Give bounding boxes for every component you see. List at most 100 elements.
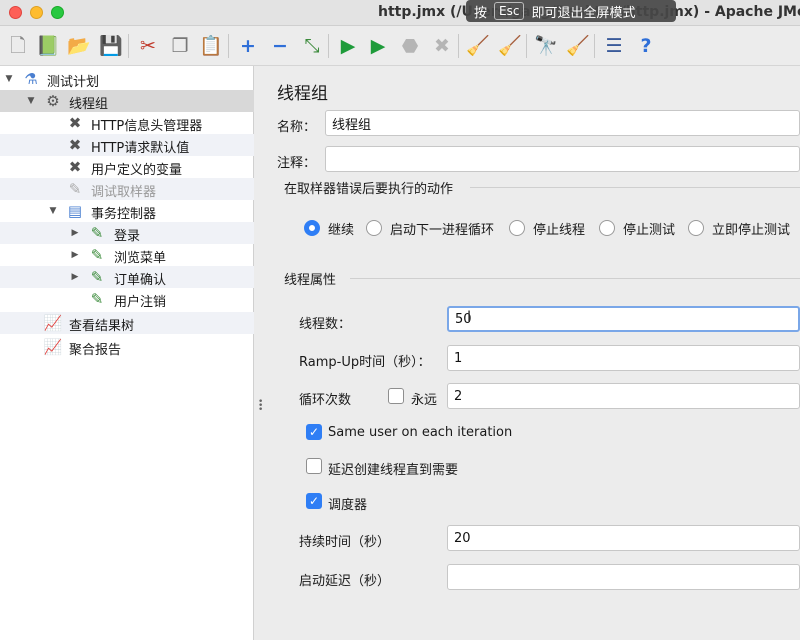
minimize-window-button[interactable] <box>30 6 43 19</box>
radio-start-next-loop[interactable] <box>366 220 382 236</box>
gear-icon: ⚙ <box>46 92 60 110</box>
copy-icon[interactable]: ❐ <box>168 34 192 58</box>
collapse-toggle-icon[interactable]: ▶ <box>69 226 81 240</box>
fullscreen-tip-text: 即可退出全屏模式 <box>531 5 636 21</box>
collapse-toggle-icon[interactable]: ▶ <box>69 248 81 262</box>
tree-item-aggregate-report[interactable]: 📈 聚合报告 <box>0 336 254 358</box>
expand-toggle-icon[interactable]: ▼ <box>47 204 59 218</box>
collapse-icon[interactable]: − <box>268 34 292 58</box>
radio-stop-thread-label: 停止线程 <box>533 223 586 238</box>
group-divider <box>470 187 800 188</box>
tree-item-label: 调试取样器 <box>91 185 157 200</box>
reset-search-icon[interactable]: 🧹 <box>566 34 590 58</box>
tree-item-thread-group[interactable]: ▼ ⚙ 线程组 <box>0 90 254 112</box>
fullscreen-window-button[interactable] <box>51 6 64 19</box>
cut-icon[interactable]: ✂ <box>136 34 160 58</box>
threads-field[interactable] <box>447 306 800 332</box>
tree-item-label: 聚合报告 <box>69 343 122 358</box>
radio-continue-label: 继续 <box>328 223 355 238</box>
new-icon[interactable]: 🗋 <box>6 34 30 58</box>
tree-item-label: 订单确认 <box>114 273 167 288</box>
splitter-grip-icon[interactable]: • • • <box>258 398 263 415</box>
tree-item-label: 登录 <box>114 229 141 244</box>
pipette-icon: ✎ <box>68 180 82 198</box>
tree-item-browse-menu[interactable]: ▶ ✎ 浏览菜单 <box>0 244 254 266</box>
wrench-icon: ✖ <box>68 136 82 154</box>
tree-item-login[interactable]: ▶ ✎ 登录 <box>0 222 254 244</box>
esc-key-badge: Esc <box>494 2 525 20</box>
thread-props-legend: 线程属性 <box>284 273 337 288</box>
toolbar-separator <box>328 34 329 58</box>
tree-item-transaction-controller[interactable]: ▼ ▤ 事务控制器 <box>0 200 254 222</box>
controller-icon: ▤ <box>67 202 83 220</box>
collapse-toggle-icon[interactable]: ▶ <box>69 270 81 284</box>
tree-item-user-defined-variables[interactable]: ✖ 用户定义的变量 <box>0 156 254 178</box>
delay-thread-creation-checkbox[interactable] <box>306 458 322 474</box>
forever-label: 永远 <box>411 393 438 408</box>
clear-icon[interactable]: 🧹 <box>466 34 490 58</box>
tree-item-label: 查看结果树 <box>69 319 135 334</box>
same-user-checkbox[interactable]: ✓ <box>306 424 322 440</box>
radio-stop-test-label: 停止测试 <box>623 223 676 238</box>
save-icon[interactable]: 💾 <box>99 34 123 58</box>
paste-icon[interactable]: 📋 <box>199 34 223 58</box>
toolbar-separator <box>458 34 459 58</box>
tree-item-label: 测试计划 <box>47 75 100 90</box>
pipette-icon: ✎ <box>90 268 104 286</box>
radio-stop-thread[interactable] <box>509 220 525 236</box>
close-window-button[interactable] <box>9 6 22 19</box>
tree-item-http-request-defaults[interactable]: ✖ HTTP请求默认值 <box>0 134 254 156</box>
loop-count-field[interactable] <box>447 383 800 409</box>
tree-item-debug-sampler[interactable]: ✎ 调试取样器 <box>0 178 254 200</box>
startup-delay-field[interactable] <box>447 564 800 590</box>
radio-start-next-loop-label: 启动下一进程循环 <box>390 223 495 238</box>
tree-item-view-results-tree[interactable]: 📈 查看结果树 <box>0 312 254 334</box>
tree-item-label: 用户定义的变量 <box>91 163 183 178</box>
radio-stop-test-now-label: 立即停止测试 <box>712 223 791 238</box>
tree-item-test-plan[interactable]: ▼ ⚗ 测试计划 <box>0 68 254 90</box>
tree-item-label: 事务控制器 <box>91 207 157 222</box>
name-label: 名称： <box>277 120 317 135</box>
delay-thread-creation-label: 延迟创建线程直到需要 <box>328 463 459 478</box>
title-bar: http.jmx (/Users/gang/Desktop/http.jmx) … <box>0 0 800 26</box>
comment-field[interactable] <box>325 146 800 172</box>
fullscreen-tip: 按 Esc 即可退出全屏模式 <box>466 0 676 22</box>
group-divider <box>350 278 800 279</box>
wrench-icon: ✖ <box>68 158 82 176</box>
start-no-pause-icon[interactable]: ▶ <box>366 34 390 58</box>
duration-label: 持续时间（秒） <box>299 535 391 550</box>
radio-continue[interactable] <box>304 220 320 236</box>
clear-all-icon[interactable]: 🧹 <box>498 34 522 58</box>
open-icon[interactable]: 📂 <box>67 34 91 58</box>
pipette-icon: ✎ <box>90 246 104 264</box>
rampup-field[interactable] <box>447 345 800 371</box>
name-field[interactable] <box>325 110 800 136</box>
scheduler-checkbox[interactable]: ✓ <box>306 493 322 509</box>
flask-icon: ⚗ <box>24 70 38 88</box>
tree-item-order-confirm[interactable]: ▶ ✎ 订单确认 <box>0 266 254 288</box>
tree-item-user-logout[interactable]: ✎ 用户注销 <box>0 288 254 310</box>
expand-toggle-icon[interactable]: ▼ <box>25 94 37 108</box>
rampup-label: Ramp-Up时间（秒）： <box>299 355 431 370</box>
function-helper-icon[interactable]: ☰ <box>602 34 626 58</box>
same-user-label: Same user on each iteration <box>328 425 513 440</box>
radio-stop-test[interactable] <box>599 220 615 236</box>
start-icon[interactable]: ▶ <box>336 34 360 58</box>
tree-item-label: 线程组 <box>69 97 109 112</box>
help-icon[interactable]: ? <box>634 34 658 58</box>
forever-checkbox[interactable] <box>388 388 404 404</box>
error-action-legend: 在取样器错误后要执行的动作 <box>284 182 454 197</box>
tree-item-label: 用户注销 <box>114 295 167 310</box>
pane-splitter[interactable]: • • • <box>254 66 266 640</box>
expand-toggle-icon[interactable]: ▼ <box>3 72 15 86</box>
toggle-icon[interactable]: ⤡ <box>300 34 324 58</box>
tree-item-http-header-manager[interactable]: ✖ HTTP信息头管理器 <box>0 112 254 134</box>
duration-field[interactable] <box>447 525 800 551</box>
shutdown-icon[interactable]: ✖ <box>430 34 454 58</box>
radio-stop-test-now[interactable] <box>688 220 704 236</box>
stop-icon[interactable]: ⬣ <box>398 34 422 58</box>
expand-icon[interactable]: + <box>236 34 260 58</box>
search-icon[interactable]: 🔭 <box>534 34 558 58</box>
templates-icon[interactable]: 📗 <box>36 34 60 58</box>
loop-count-label: 循环次数 <box>299 393 352 408</box>
